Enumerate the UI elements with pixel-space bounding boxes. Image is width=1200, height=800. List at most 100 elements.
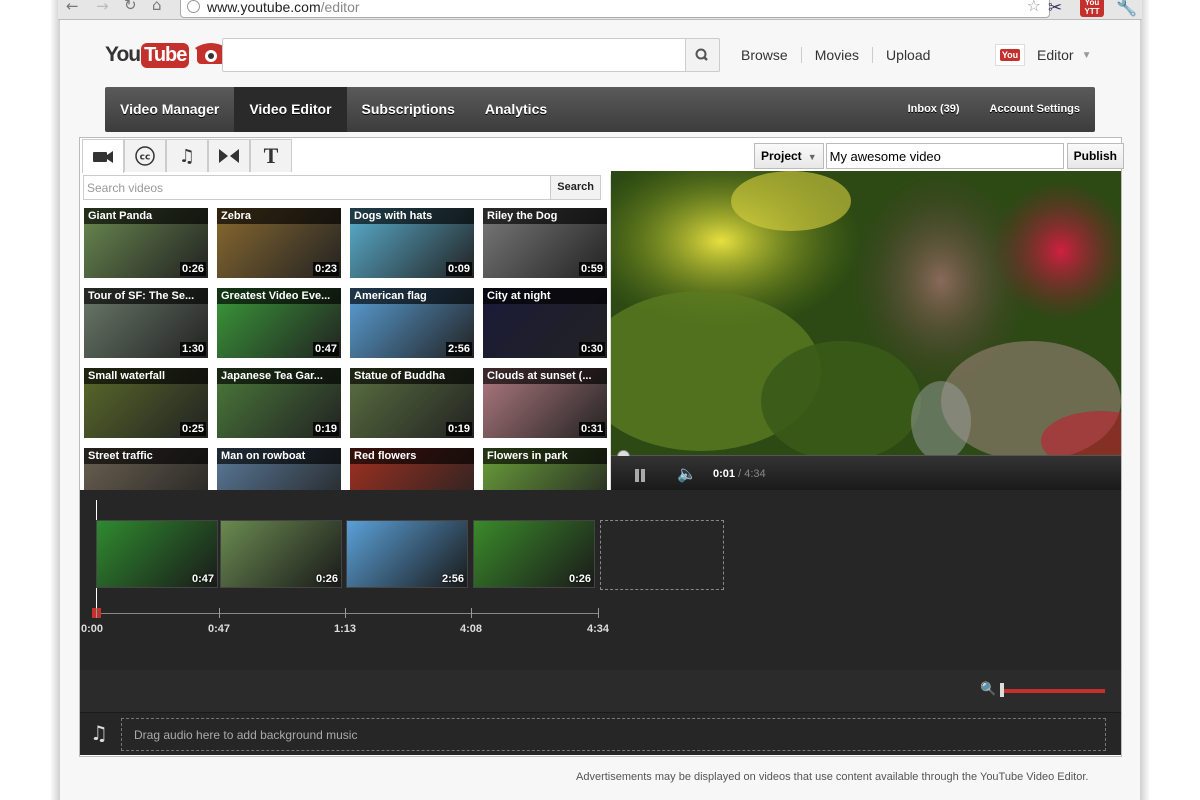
timeline-clip[interactable]: 0:26 — [220, 520, 342, 588]
timeline-tick — [96, 608, 97, 618]
tab-inbox[interactable]: Inbox (39) — [893, 87, 975, 132]
audio-drop-zone[interactable]: Drag audio here to add background music — [121, 718, 1106, 751]
current-time: 0:01 — [713, 468, 736, 480]
transition-icon[interactable] — [208, 139, 250, 172]
tab-video-editor[interactable]: Video Editor — [234, 87, 347, 132]
project-dropdown[interactable]: Project ▼ — [754, 143, 824, 169]
video-duration: 0:19 — [312, 422, 339, 436]
video-duration: 0:59 — [578, 262, 605, 276]
video-title: Giant Panda — [84, 208, 208, 224]
video-thumbnail[interactable]: Dogs with hats 0:09 — [350, 208, 474, 278]
music-note-icon[interactable]: ♫ — [166, 139, 208, 172]
tab-subscriptions[interactable]: Subscriptions — [347, 87, 470, 132]
browser-toolbar: ← → ↻ ⌂ www.youtube.com/editor ☆ ✂ You YT… — [58, 0, 1142, 20]
window-frame-left — [0, 0, 60, 800]
browse-link[interactable]: Browse — [728, 47, 801, 63]
video-title: Clouds at sunset (... — [483, 368, 607, 384]
tab-account-settings[interactable]: Account Settings — [975, 87, 1095, 132]
video-thumbnail[interactable]: Red flowers — [350, 448, 474, 490]
scissors-icon[interactable]: ✂ — [1048, 0, 1062, 18]
timeline-clip[interactable]: 2:56 — [346, 520, 468, 588]
address-bar[interactable]: www.youtube.com/editor ☆ — [180, 0, 1050, 18]
timeline-tick — [598, 608, 599, 618]
video-thumbnail[interactable]: Man on rowboat — [217, 448, 341, 490]
site-search-input[interactable] — [222, 38, 720, 72]
globe-icon — [187, 0, 200, 13]
video-duration: 0:19 — [445, 422, 472, 436]
clip-duration: 0:26 — [568, 573, 591, 585]
video-thumbnail[interactable]: Riley the Dog 0:59 — [483, 208, 607, 278]
zoom-slider-handle[interactable] — [1000, 683, 1004, 697]
clip-duration: 2:56 — [441, 573, 464, 585]
zoom-slider[interactable] — [1002, 689, 1105, 693]
video-title: Riley the Dog — [483, 208, 607, 224]
wrench-icon[interactable]: 🔧 — [1116, 0, 1137, 18]
publish-button[interactable]: Publish — [1066, 143, 1124, 169]
timeline-clip[interactable]: 0:47 — [96, 520, 218, 588]
timeline-ruler — [96, 613, 598, 614]
video-thumbnail[interactable]: Statue of Buddha 0:19 — [350, 368, 474, 438]
timeline-marker-label: 4:08 — [459, 623, 483, 635]
video-duration: 0:09 — [445, 262, 472, 276]
logo-tube: Tube — [141, 42, 190, 68]
clip-duration: 0:26 — [315, 573, 338, 585]
video-title: Greatest Video Eve... — [217, 288, 341, 304]
video-thumbnail[interactable]: Flowers in park — [483, 448, 607, 490]
upload-link[interactable]: Upload — [872, 47, 943, 63]
svg-text:cc: cc — [140, 153, 151, 163]
video-title: Red flowers — [350, 448, 474, 464]
video-thumbnail[interactable]: Giant Panda 0:26 — [84, 208, 208, 278]
closed-caption-icon[interactable]: cc — [124, 139, 166, 172]
timeline-marker-label: 1:13 — [333, 623, 357, 635]
video-thumbnail[interactable]: Clouds at sunset (... 0:31 — [483, 368, 607, 438]
page: You Tube Browse Movies Upload You Editor… — [60, 20, 1140, 800]
video-search-button[interactable]: Search — [550, 176, 600, 199]
search-button[interactable] — [685, 38, 720, 72]
video-thumbnail[interactable]: Zebra 0:23 — [217, 208, 341, 278]
timeline-tick — [219, 608, 220, 618]
video-duration: 0:31 — [578, 422, 605, 436]
reload-icon[interactable]: ↻ — [124, 0, 137, 14]
video-duration: 0:30 — [578, 342, 605, 356]
video-thumbnail[interactable]: Japanese Tea Gar... 0:19 — [217, 368, 341, 438]
project-label: Project — [761, 149, 802, 163]
player-controls: 🔈 0:01 / 4:34 — [611, 456, 1121, 490]
volume-icon[interactable]: 🔈 — [677, 464, 697, 483]
zoom-row: 🔍 — [80, 670, 1121, 712]
video-thumbnail[interactable]: City at night 0:30 — [483, 288, 607, 358]
pause-icon[interactable] — [635, 469, 639, 482]
video-title: Japanese Tea Gar... — [217, 368, 341, 384]
video-duration: 0:26 — [179, 262, 206, 276]
forward-arrow-icon[interactable]: → — [96, 0, 109, 15]
bookmark-star-icon[interactable]: ☆ — [1027, 0, 1041, 15]
timeline-clip[interactable]: 0:26 — [473, 520, 595, 588]
video-thumbnail[interactable]: Greatest Video Eve... 0:47 — [217, 288, 341, 358]
video-thumbnail[interactable]: Small waterfall 0:25 — [84, 368, 208, 438]
video-title: Tour of SF: The Se... — [84, 288, 208, 304]
video-title: Street traffic — [84, 448, 208, 464]
youtube-logo[interactable]: You Tube — [105, 38, 233, 72]
project-name-input[interactable]: My awesome video — [825, 143, 1064, 169]
video-thumbnail[interactable]: Street traffic — [84, 448, 208, 490]
clip-drop-zone[interactable] — [600, 520, 724, 590]
window-frame-right — [1140, 0, 1200, 800]
project-bar: Project ▼ My awesome video Publish — [754, 143, 1124, 169]
text-icon[interactable]: T — [250, 139, 292, 172]
video-thumbnail[interactable]: Tour of SF: The Se... 1:30 — [84, 288, 208, 358]
movies-link[interactable]: Movies — [800, 47, 872, 63]
video-duration: 2:56 — [445, 342, 472, 356]
url-host: www.youtube.com — [207, 0, 321, 15]
user-menu[interactable]: You Editor ▼ — [995, 44, 1091, 66]
video-search-input[interactable]: Search videos Search — [83, 175, 601, 200]
timeline-tick — [471, 608, 472, 618]
media-type-tabs: cc ♫ T — [82, 139, 292, 173]
video-thumbnail[interactable]: American flag 2:56 — [350, 288, 474, 358]
timeline-marker-label: 4:34 — [586, 623, 610, 635]
home-icon[interactable]: ⌂ — [152, 0, 162, 14]
video-player[interactable]: 🔈 0:01 / 4:34 — [611, 171, 1121, 490]
tab-video-manager[interactable]: Video Manager — [105, 87, 234, 132]
video-camera-icon[interactable] — [82, 139, 124, 173]
youtube-extension-icon[interactable]: You YTT — [1080, 0, 1104, 17]
back-arrow-icon[interactable]: ← — [66, 0, 79, 15]
tab-analytics[interactable]: Analytics — [470, 87, 562, 132]
